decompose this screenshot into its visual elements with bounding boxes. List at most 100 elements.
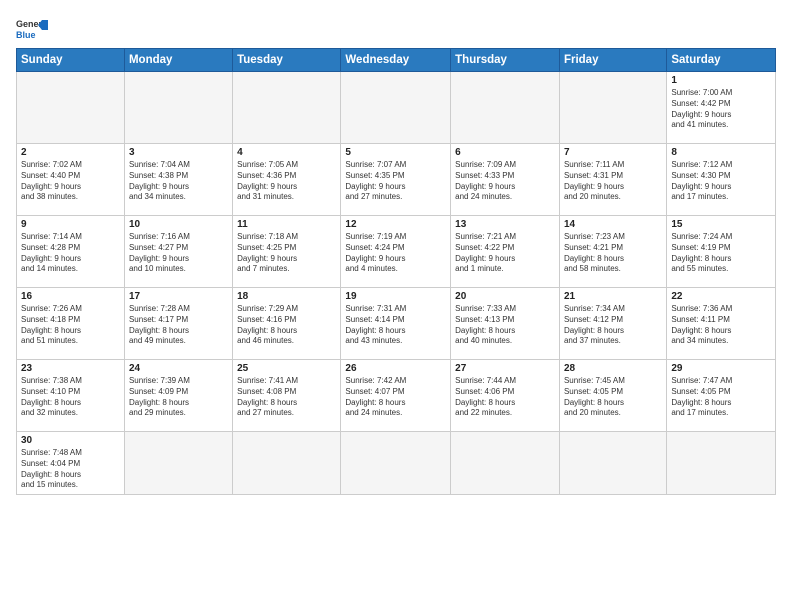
calendar-week-row: 2Sunrise: 7:02 AM Sunset: 4:40 PM Daylig… bbox=[17, 144, 776, 216]
calendar-cell: 23 Sunrise: 7:38 AM Sunset: 4:10 PM Dayli… bbox=[17, 360, 125, 432]
day-info: Sunrise: 7:31 AM Sunset: 4:14 PM Dayligh… bbox=[345, 304, 446, 347]
day-number: 13 bbox=[455, 219, 555, 230]
header: General Blue bbox=[16, 12, 776, 42]
calendar-cell: 27 Sunrise: 7:44 AM Sunset: 4:06 PM Dayli… bbox=[451, 360, 560, 432]
day-number: 16 bbox=[21, 291, 120, 302]
day-number: 1 bbox=[671, 75, 771, 86]
calendar-cell: 16Sunrise: 7:26 AM Sunset: 4:18 PM Dayli… bbox=[17, 288, 125, 360]
day-number: 6 bbox=[455, 147, 555, 158]
day-number: 17 bbox=[129, 291, 228, 302]
day-info: Sunrise: 7:07 AM Sunset: 4:35 PM Dayligh… bbox=[345, 160, 446, 203]
calendar-cell bbox=[451, 432, 560, 495]
day-number: 30 bbox=[21, 435, 120, 446]
calendar-header-row: SundayMondayTuesdayWednesdayThursdayFrid… bbox=[17, 49, 776, 72]
calendar-cell bbox=[451, 72, 560, 144]
svg-text:Blue: Blue bbox=[16, 30, 36, 40]
calendar-cell: 13 Sunrise: 7:21 AM Sunset: 4:22 PM Dayli… bbox=[451, 216, 560, 288]
day-info: Sunrise: 7:44 AM Sunset: 4:06 PM Dayligh… bbox=[455, 376, 555, 419]
day-number: 8 bbox=[671, 147, 771, 158]
day-number: 28 bbox=[564, 363, 662, 374]
calendar-cell: 20 Sunrise: 7:33 AM Sunset: 4:13 PM Dayli… bbox=[451, 288, 560, 360]
calendar-cell bbox=[233, 432, 341, 495]
day-info: Sunrise: 7:34 AM Sunset: 4:12 PM Dayligh… bbox=[564, 304, 662, 347]
day-number: 5 bbox=[345, 147, 446, 158]
calendar-header-saturday: Saturday bbox=[667, 49, 776, 72]
day-info: Sunrise: 7:24 AM Sunset: 4:19 PM Dayligh… bbox=[671, 232, 771, 275]
day-number: 18 bbox=[237, 291, 336, 302]
day-info: Sunrise: 7:28 AM Sunset: 4:17 PM Dayligh… bbox=[129, 304, 228, 347]
calendar-cell: 25 Sunrise: 7:41 AM Sunset: 4:08 PM Dayli… bbox=[233, 360, 341, 432]
day-number: 23 bbox=[21, 363, 120, 374]
day-number: 11 bbox=[237, 219, 336, 230]
calendar-cell bbox=[124, 72, 232, 144]
day-info: Sunrise: 7:12 AM Sunset: 4:30 PM Dayligh… bbox=[671, 160, 771, 203]
day-info: Sunrise: 7:04 AM Sunset: 4:38 PM Dayligh… bbox=[129, 160, 228, 203]
calendar-header-friday: Friday bbox=[559, 49, 666, 72]
calendar-cell: 11Sunrise: 7:18 AM Sunset: 4:25 PM Dayli… bbox=[233, 216, 341, 288]
day-info: Sunrise: 7:09 AM Sunset: 4:33 PM Dayligh… bbox=[455, 160, 555, 203]
day-info: Sunrise: 7:02 AM Sunset: 4:40 PM Dayligh… bbox=[21, 160, 120, 203]
calendar-cell bbox=[233, 72, 341, 144]
day-number: 26 bbox=[345, 363, 446, 374]
calendar-cell: 17 Sunrise: 7:28 AM Sunset: 4:17 PM Dayli… bbox=[124, 288, 232, 360]
calendar-table: SundayMondayTuesdayWednesdayThursdayFrid… bbox=[16, 48, 776, 495]
calendar-cell: 1 Sunrise: 7:00 AM Sunset: 4:42 PM Daylig… bbox=[667, 72, 776, 144]
calendar-cell bbox=[341, 72, 451, 144]
calendar-header-tuesday: Tuesday bbox=[233, 49, 341, 72]
day-info: Sunrise: 7:41 AM Sunset: 4:08 PM Dayligh… bbox=[237, 376, 336, 419]
day-number: 25 bbox=[237, 363, 336, 374]
day-info: Sunrise: 7:21 AM Sunset: 4:22 PM Dayligh… bbox=[455, 232, 555, 275]
day-number: 15 bbox=[671, 219, 771, 230]
calendar-cell bbox=[559, 72, 666, 144]
calendar-week-row: 9Sunrise: 7:14 AM Sunset: 4:28 PM Daylig… bbox=[17, 216, 776, 288]
day-number: 22 bbox=[671, 291, 771, 302]
calendar-header-thursday: Thursday bbox=[451, 49, 560, 72]
logo: General Blue bbox=[16, 16, 48, 42]
calendar-header-monday: Monday bbox=[124, 49, 232, 72]
day-info: Sunrise: 7:11 AM Sunset: 4:31 PM Dayligh… bbox=[564, 160, 662, 203]
day-number: 20 bbox=[455, 291, 555, 302]
calendar-cell: 22 Sunrise: 7:36 AM Sunset: 4:11 PM Dayli… bbox=[667, 288, 776, 360]
calendar-cell: 24 Sunrise: 7:39 AM Sunset: 4:09 PM Dayli… bbox=[124, 360, 232, 432]
day-info: Sunrise: 7:36 AM Sunset: 4:11 PM Dayligh… bbox=[671, 304, 771, 347]
calendar-cell: 9Sunrise: 7:14 AM Sunset: 4:28 PM Daylig… bbox=[17, 216, 125, 288]
day-info: Sunrise: 7:00 AM Sunset: 4:42 PM Dayligh… bbox=[671, 88, 771, 131]
calendar-cell: 26 Sunrise: 7:42 AM Sunset: 4:07 PM Dayli… bbox=[341, 360, 451, 432]
generalblue-logo-icon: General Blue bbox=[16, 16, 48, 42]
day-info: Sunrise: 7:42 AM Sunset: 4:07 PM Dayligh… bbox=[345, 376, 446, 419]
day-number: 3 bbox=[129, 147, 228, 158]
day-number: 29 bbox=[671, 363, 771, 374]
calendar-week-row: 30 Sunrise: 7:48 AM Sunset: 4:04 PM Dayli… bbox=[17, 432, 776, 495]
day-info: Sunrise: 7:05 AM Sunset: 4:36 PM Dayligh… bbox=[237, 160, 336, 203]
calendar-cell: 15 Sunrise: 7:24 AM Sunset: 4:19 PM Dayli… bbox=[667, 216, 776, 288]
calendar-cell: 30 Sunrise: 7:48 AM Sunset: 4:04 PM Dayli… bbox=[17, 432, 125, 495]
day-info: Sunrise: 7:23 AM Sunset: 4:21 PM Dayligh… bbox=[564, 232, 662, 275]
calendar-cell: 12Sunrise: 7:19 AM Sunset: 4:24 PM Dayli… bbox=[341, 216, 451, 288]
calendar-cell bbox=[124, 432, 232, 495]
day-info: Sunrise: 7:47 AM Sunset: 4:05 PM Dayligh… bbox=[671, 376, 771, 419]
calendar-cell: 10 Sunrise: 7:16 AM Sunset: 4:27 PM Dayli… bbox=[124, 216, 232, 288]
calendar-header-sunday: Sunday bbox=[17, 49, 125, 72]
calendar-cell: 7 Sunrise: 7:11 AM Sunset: 4:31 PM Daylig… bbox=[559, 144, 666, 216]
day-number: 14 bbox=[564, 219, 662, 230]
page: General Blue SundayMondayTuesdayWednesda… bbox=[0, 0, 792, 612]
day-info: Sunrise: 7:33 AM Sunset: 4:13 PM Dayligh… bbox=[455, 304, 555, 347]
calendar-cell: 3 Sunrise: 7:04 AM Sunset: 4:38 PM Daylig… bbox=[124, 144, 232, 216]
calendar-cell: 28 Sunrise: 7:45 AM Sunset: 4:05 PM Dayli… bbox=[559, 360, 666, 432]
day-info: Sunrise: 7:48 AM Sunset: 4:04 PM Dayligh… bbox=[21, 448, 120, 491]
day-number: 4 bbox=[237, 147, 336, 158]
day-number: 12 bbox=[345, 219, 446, 230]
day-info: Sunrise: 7:16 AM Sunset: 4:27 PM Dayligh… bbox=[129, 232, 228, 275]
day-info: Sunrise: 7:38 AM Sunset: 4:10 PM Dayligh… bbox=[21, 376, 120, 419]
calendar-cell: 4 Sunrise: 7:05 AM Sunset: 4:36 PM Daylig… bbox=[233, 144, 341, 216]
day-number: 7 bbox=[564, 147, 662, 158]
day-info: Sunrise: 7:39 AM Sunset: 4:09 PM Dayligh… bbox=[129, 376, 228, 419]
calendar-cell bbox=[17, 72, 125, 144]
calendar-week-row: 1 Sunrise: 7:00 AM Sunset: 4:42 PM Daylig… bbox=[17, 72, 776, 144]
calendar-cell bbox=[667, 432, 776, 495]
day-number: 27 bbox=[455, 363, 555, 374]
calendar-header-wednesday: Wednesday bbox=[341, 49, 451, 72]
day-number: 10 bbox=[129, 219, 228, 230]
day-info: Sunrise: 7:45 AM Sunset: 4:05 PM Dayligh… bbox=[564, 376, 662, 419]
day-number: 24 bbox=[129, 363, 228, 374]
